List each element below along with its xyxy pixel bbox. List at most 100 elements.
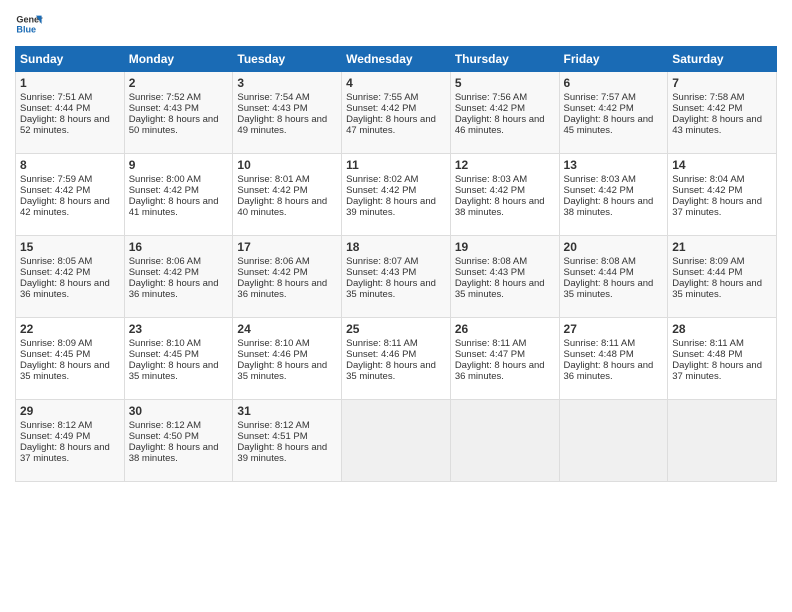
daylight-text: Daylight: 8 hours and 37 minutes.: [672, 360, 772, 382]
daylight-text: Daylight: 8 hours and 35 minutes.: [346, 278, 446, 300]
day-number: 31: [237, 404, 337, 418]
sunrise-text: Sunrise: 8:03 AM: [564, 174, 664, 185]
sunrise-text: Sunrise: 7:56 AM: [455, 92, 555, 103]
sunset-text: Sunset: 4:44 PM: [672, 267, 772, 278]
daylight-text: Daylight: 8 hours and 36 minutes.: [20, 278, 120, 300]
sunrise-text: Sunrise: 8:06 AM: [129, 256, 229, 267]
daylight-text: Daylight: 8 hours and 40 minutes.: [237, 196, 337, 218]
day-number: 20: [564, 240, 664, 254]
calendar-cell: 19Sunrise: 8:08 AMSunset: 4:43 PMDayligh…: [450, 236, 559, 318]
daylight-text: Daylight: 8 hours and 36 minutes.: [564, 360, 664, 382]
page-container: General Blue SundayMondayTuesdayWednesda…: [0, 0, 792, 492]
sunset-text: Sunset: 4:46 PM: [346, 349, 446, 360]
day-number: 6: [564, 76, 664, 90]
sunset-text: Sunset: 4:42 PM: [455, 185, 555, 196]
svg-text:Blue: Blue: [16, 24, 36, 34]
header-cell-monday: Monday: [124, 47, 233, 72]
sunrise-text: Sunrise: 8:02 AM: [346, 174, 446, 185]
sunset-text: Sunset: 4:42 PM: [237, 185, 337, 196]
daylight-text: Daylight: 8 hours and 50 minutes.: [129, 114, 229, 136]
calendar-cell: 25Sunrise: 8:11 AMSunset: 4:46 PMDayligh…: [342, 318, 451, 400]
daylight-text: Daylight: 8 hours and 35 minutes.: [672, 278, 772, 300]
calendar-week-2: 15Sunrise: 8:05 AMSunset: 4:42 PMDayligh…: [16, 236, 777, 318]
calendar-cell: 11Sunrise: 8:02 AMSunset: 4:42 PMDayligh…: [342, 154, 451, 236]
calendar-cell: 9Sunrise: 8:00 AMSunset: 4:42 PMDaylight…: [124, 154, 233, 236]
sunset-text: Sunset: 4:42 PM: [672, 103, 772, 114]
calendar-week-4: 29Sunrise: 8:12 AMSunset: 4:49 PMDayligh…: [16, 400, 777, 482]
day-number: 4: [346, 76, 446, 90]
daylight-text: Daylight: 8 hours and 41 minutes.: [129, 196, 229, 218]
sunset-text: Sunset: 4:42 PM: [129, 185, 229, 196]
calendar-cell: 4Sunrise: 7:55 AMSunset: 4:42 PMDaylight…: [342, 72, 451, 154]
sunrise-text: Sunrise: 8:10 AM: [237, 338, 337, 349]
header-cell-thursday: Thursday: [450, 47, 559, 72]
daylight-text: Daylight: 8 hours and 36 minutes.: [129, 278, 229, 300]
day-number: 30: [129, 404, 229, 418]
logo-icon: General Blue: [15, 10, 43, 38]
day-number: 18: [346, 240, 446, 254]
header-row: SundayMondayTuesdayWednesdayThursdayFrid…: [16, 47, 777, 72]
calendar-cell: 31Sunrise: 8:12 AMSunset: 4:51 PMDayligh…: [233, 400, 342, 482]
day-number: 13: [564, 158, 664, 172]
calendar-cell: [668, 400, 777, 482]
sunset-text: Sunset: 4:43 PM: [129, 103, 229, 114]
calendar-cell: 22Sunrise: 8:09 AMSunset: 4:45 PMDayligh…: [16, 318, 125, 400]
daylight-text: Daylight: 8 hours and 43 minutes.: [672, 114, 772, 136]
calendar-cell: [342, 400, 451, 482]
sunset-text: Sunset: 4:42 PM: [129, 267, 229, 278]
sunrise-text: Sunrise: 8:12 AM: [20, 420, 120, 431]
daylight-text: Daylight: 8 hours and 45 minutes.: [564, 114, 664, 136]
calendar-cell: 17Sunrise: 8:06 AMSunset: 4:42 PMDayligh…: [233, 236, 342, 318]
day-number: 25: [346, 322, 446, 336]
sunset-text: Sunset: 4:49 PM: [20, 431, 120, 442]
daylight-text: Daylight: 8 hours and 35 minutes.: [346, 360, 446, 382]
calendar-cell: 14Sunrise: 8:04 AMSunset: 4:42 PMDayligh…: [668, 154, 777, 236]
day-number: 15: [20, 240, 120, 254]
calendar-header: SundayMondayTuesdayWednesdayThursdayFrid…: [16, 47, 777, 72]
sunrise-text: Sunrise: 8:09 AM: [20, 338, 120, 349]
daylight-text: Daylight: 8 hours and 52 minutes.: [20, 114, 120, 136]
daylight-text: Daylight: 8 hours and 37 minutes.: [672, 196, 772, 218]
daylight-text: Daylight: 8 hours and 46 minutes.: [455, 114, 555, 136]
day-number: 8: [20, 158, 120, 172]
calendar-cell: 3Sunrise: 7:54 AMSunset: 4:43 PMDaylight…: [233, 72, 342, 154]
sunset-text: Sunset: 4:42 PM: [564, 103, 664, 114]
sunrise-text: Sunrise: 8:11 AM: [455, 338, 555, 349]
calendar-cell: 6 Sunrise: 7:57 AMSunset: 4:42 PMDaylight…: [559, 72, 668, 154]
day-number: 5: [455, 76, 555, 90]
sunrise-text: Sunrise: 8:08 AM: [455, 256, 555, 267]
daylight-text: Daylight: 8 hours and 39 minutes.: [237, 442, 337, 464]
sunrise-text: Sunrise: 7:57 AM: [564, 92, 664, 103]
sunset-text: Sunset: 4:48 PM: [564, 349, 664, 360]
sunset-text: Sunset: 4:46 PM: [237, 349, 337, 360]
day-number: 9: [129, 158, 229, 172]
day-number: 22: [20, 322, 120, 336]
sunset-text: Sunset: 4:48 PM: [672, 349, 772, 360]
day-number: 14: [672, 158, 772, 172]
calendar-cell: 13Sunrise: 8:03 AMSunset: 4:42 PMDayligh…: [559, 154, 668, 236]
header-cell-sunday: Sunday: [16, 47, 125, 72]
sunrise-text: Sunrise: 7:59 AM: [20, 174, 120, 185]
calendar-cell: [559, 400, 668, 482]
sunset-text: Sunset: 4:42 PM: [346, 185, 446, 196]
sunrise-text: Sunrise: 7:55 AM: [346, 92, 446, 103]
sunset-text: Sunset: 4:42 PM: [237, 267, 337, 278]
sunset-text: Sunset: 4:42 PM: [20, 185, 120, 196]
header-cell-friday: Friday: [559, 47, 668, 72]
calendar-cell: 15Sunrise: 8:05 AMSunset: 4:42 PMDayligh…: [16, 236, 125, 318]
calendar-cell: 27Sunrise: 8:11 AMSunset: 4:48 PMDayligh…: [559, 318, 668, 400]
sunrise-text: Sunrise: 8:08 AM: [564, 256, 664, 267]
day-number: 27: [564, 322, 664, 336]
sunset-text: Sunset: 4:47 PM: [455, 349, 555, 360]
day-number: 1: [20, 76, 120, 90]
calendar-week-3: 22Sunrise: 8:09 AMSunset: 4:45 PMDayligh…: [16, 318, 777, 400]
calendar-cell: 18Sunrise: 8:07 AMSunset: 4:43 PMDayligh…: [342, 236, 451, 318]
day-number: 17: [237, 240, 337, 254]
day-number: 10: [237, 158, 337, 172]
sunset-text: Sunset: 4:43 PM: [346, 267, 446, 278]
calendar-cell: 21Sunrise: 8:09 AMSunset: 4:44 PMDayligh…: [668, 236, 777, 318]
day-number: 3: [237, 76, 337, 90]
daylight-text: Daylight: 8 hours and 37 minutes.: [20, 442, 120, 464]
daylight-text: Daylight: 8 hours and 38 minutes.: [564, 196, 664, 218]
page-header: General Blue: [15, 10, 777, 38]
